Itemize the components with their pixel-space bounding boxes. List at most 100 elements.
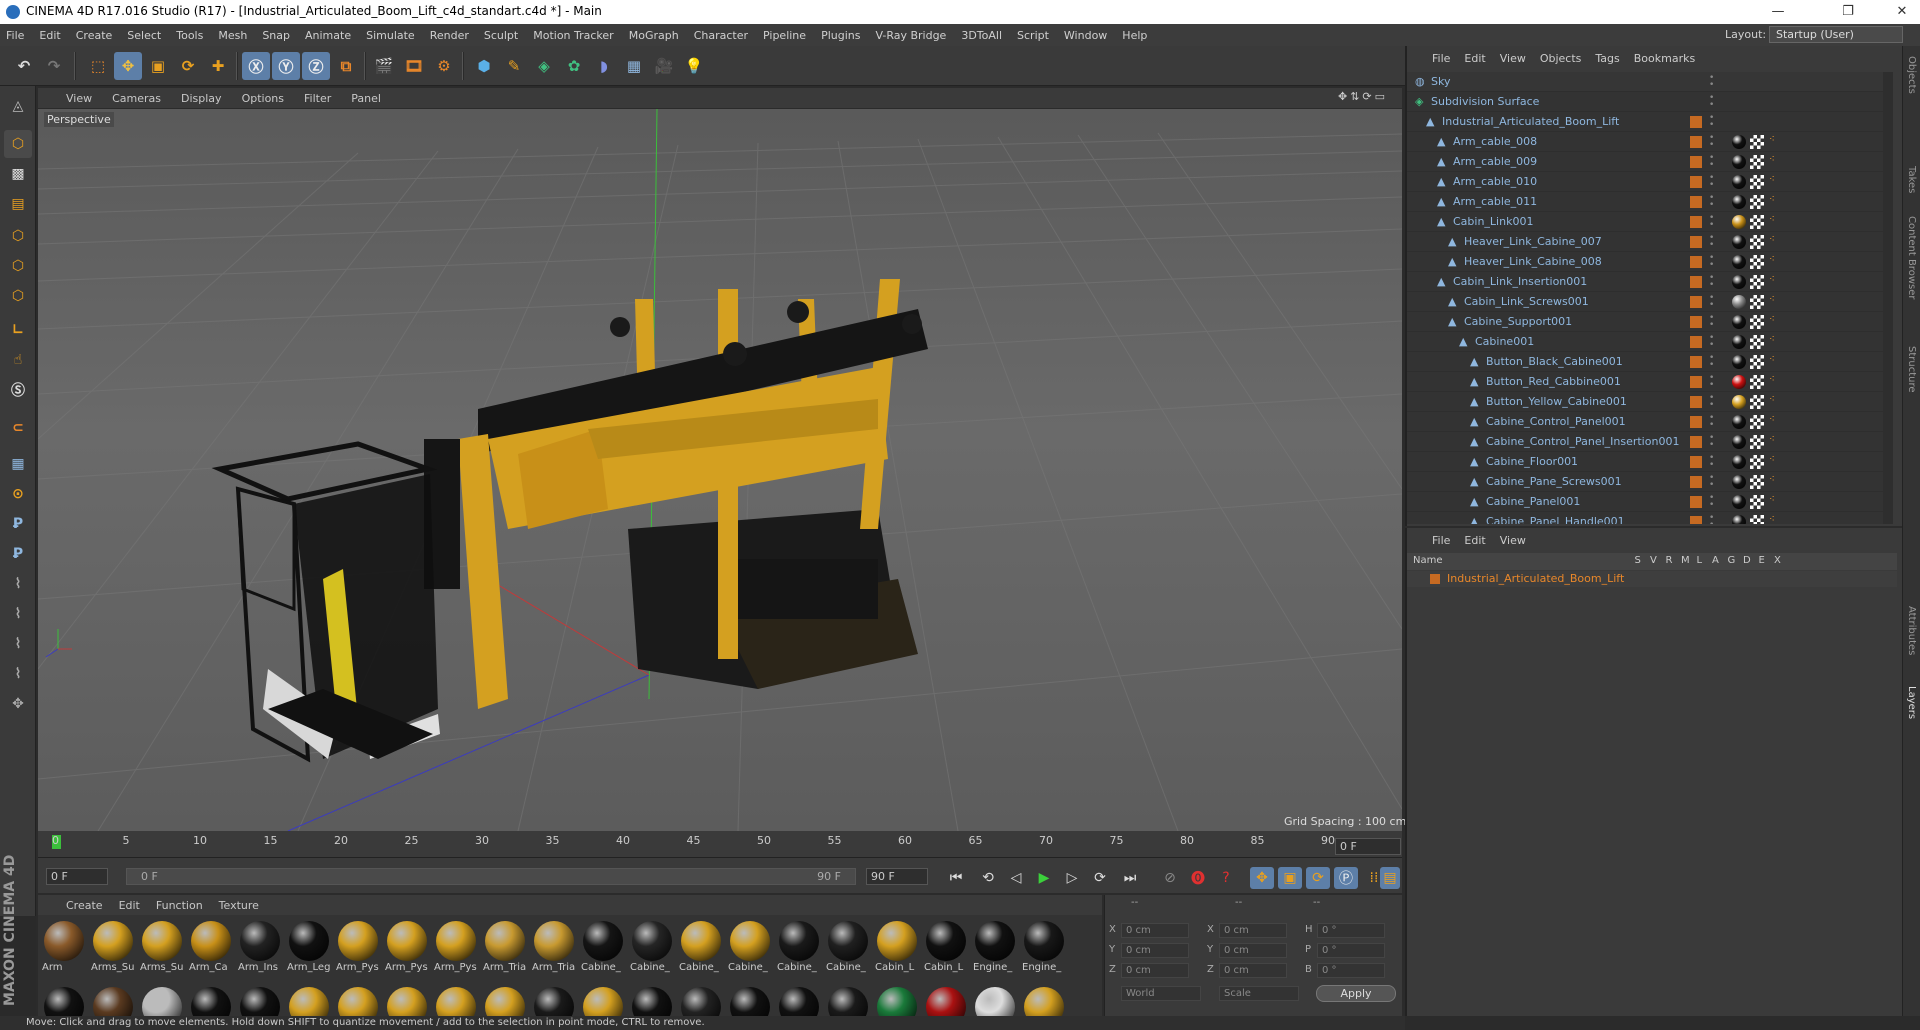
material-swatch[interactable]: Arms_Su xyxy=(138,919,184,977)
scale-tool-icon[interactable]: ▣ xyxy=(144,52,172,80)
object-layer-color[interactable] xyxy=(1690,256,1702,268)
tweak-mode-icon[interactable]: ☝ xyxy=(4,346,32,374)
object-name[interactable]: Arm_cable_010 xyxy=(1453,175,1537,188)
layout-select[interactable]: Startup (User) xyxy=(1769,26,1903,43)
material-tag-icon[interactable] xyxy=(1732,495,1746,509)
workplane-mode-icon[interactable]: ▤ xyxy=(4,190,32,218)
object-row[interactable]: ▲ Arm_cable_011 • • ⁖ xyxy=(1407,192,1883,212)
object-layer-color[interactable] xyxy=(1690,236,1702,248)
object-name[interactable]: Button_Yellow_Cabine001 xyxy=(1486,395,1627,408)
layer-name[interactable]: Industrial_Articulated_Boom_Lift xyxy=(1447,572,1624,585)
make-editable-icon[interactable]: ◬ xyxy=(4,92,32,120)
goto-start-icon[interactable]: ⏮ xyxy=(944,867,968,889)
texture-tag-icon[interactable] xyxy=(1750,395,1764,409)
object-name[interactable]: Arm_cable_008 xyxy=(1453,135,1537,148)
rotate-tool-icon[interactable]: ⟳ xyxy=(174,52,202,80)
object-list-scrollbar[interactable] xyxy=(1883,72,1893,524)
object-name[interactable]: Arm_cable_011 xyxy=(1453,195,1537,208)
phong-tag-icon[interactable]: ⁖ xyxy=(1769,134,1775,145)
object-visibility-dots[interactable]: • • xyxy=(1709,474,1714,490)
coord-pos-y-field[interactable]: 0 cm xyxy=(1121,943,1189,958)
material-swatch[interactable]: Engine_ xyxy=(971,919,1017,977)
object-name[interactable]: Industrial_Articulated_Boom_Lift xyxy=(1442,115,1619,128)
object-row[interactable]: ▲ Cabine_Control_Panel_Insertion001 • • ⁖ xyxy=(1407,432,1883,452)
texture-tag-icon[interactable] xyxy=(1750,515,1764,524)
sculpt-pull-icon[interactable]: ⌇ xyxy=(4,600,32,628)
object-layer-color[interactable] xyxy=(1690,476,1702,488)
texture-tag-icon[interactable] xyxy=(1750,455,1764,469)
undo-icon[interactable]: ↶ xyxy=(10,52,38,80)
3d-viewport[interactable] xyxy=(38,109,1402,831)
material-tag-icon[interactable] xyxy=(1732,335,1746,349)
object-name[interactable]: Cabin_Link_Insertion001 xyxy=(1453,275,1587,288)
material-swatch[interactable]: Arm_Leg xyxy=(285,919,331,977)
close-icon[interactable]: ✕ xyxy=(1884,2,1920,22)
axis-mode-icon[interactable]: ∟ xyxy=(4,316,32,344)
next-key-icon[interactable]: ⟳ xyxy=(1088,867,1112,889)
texture-tag-icon[interactable] xyxy=(1750,415,1764,429)
cloner-icon[interactable]: ✿ xyxy=(560,52,588,80)
object-layer-color[interactable] xyxy=(1690,176,1702,188)
material-menu-function[interactable]: Function xyxy=(156,899,203,912)
phong-tag-icon[interactable]: ⁖ xyxy=(1769,474,1775,485)
object-name[interactable]: Cabin_Link001 xyxy=(1453,215,1533,228)
object-name[interactable]: Cabin_Link_Screws001 xyxy=(1464,295,1589,308)
material-swatch[interactable]: Arm_Pys xyxy=(334,919,380,977)
timeline-end-field[interactable]: 0 F xyxy=(1335,838,1401,855)
material-swatch[interactable]: Arm_Tria xyxy=(530,919,576,977)
menu-character[interactable]: Character xyxy=(694,29,748,42)
object-layer-color[interactable] xyxy=(1690,196,1702,208)
menu-render[interactable]: Render xyxy=(430,29,469,42)
y-axis-lock-icon[interactable]: Ⓨ xyxy=(272,52,300,80)
timeline-window-icon[interactable]: ▤ xyxy=(1380,867,1400,889)
material-tag-icon[interactable] xyxy=(1732,315,1746,329)
texture-tag-icon[interactable] xyxy=(1750,435,1764,449)
material-swatch[interactable]: Cabine_ xyxy=(677,919,723,977)
move-tool-icon[interactable]: ✥ xyxy=(114,52,142,80)
object-layer-color[interactable] xyxy=(1690,336,1702,348)
object-visibility-dots[interactable]: • • xyxy=(1709,294,1714,310)
material-tag-icon[interactable] xyxy=(1732,415,1746,429)
object-row[interactable]: ▲ Cabine001 • • ⁖ xyxy=(1407,332,1883,352)
material-tag-icon[interactable] xyxy=(1732,215,1746,229)
phong-tag-icon[interactable]: ⁖ xyxy=(1769,374,1775,385)
material-swatch[interactable]: Cabine_ xyxy=(628,919,674,977)
object-row[interactable]: ▲ Cabine_Pane_Screws001 • • ⁖ xyxy=(1407,472,1883,492)
object-row[interactable]: ◈ Subdivision Surface • • xyxy=(1407,92,1883,112)
material-swatch[interactable]: Cabine_ xyxy=(579,919,625,977)
object-row[interactable]: ▲ Heaver_Link_Cabine_008 • • ⁖ xyxy=(1407,252,1883,272)
object-name[interactable]: Heaver_Link_Cabine_007 xyxy=(1464,235,1602,248)
texture-tag-icon[interactable] xyxy=(1750,175,1764,189)
material-swatch[interactable]: Cabin_L xyxy=(873,919,919,977)
phong-tag-icon[interactable]: ⁖ xyxy=(1769,294,1775,305)
key-scale-icon[interactable]: ▣ xyxy=(1278,867,1302,889)
phong-tag-icon[interactable]: ⁖ xyxy=(1769,234,1775,245)
object-layer-color[interactable] xyxy=(1690,356,1702,368)
coord-pos-z-field[interactable]: 0 cm xyxy=(1121,963,1189,978)
tab-takes[interactable]: Takes xyxy=(1906,166,1917,193)
menu-v-ray-bridge[interactable]: V-Ray Bridge xyxy=(875,29,946,42)
object-name[interactable]: Cabine_Pane_Screws001 xyxy=(1486,475,1622,488)
object-visibility-dots[interactable]: • • xyxy=(1709,134,1714,150)
coord-size-x-field[interactable]: 0 cm xyxy=(1219,923,1287,938)
texture-tag-icon[interactable] xyxy=(1750,135,1764,149)
object-visibility-dots[interactable]: • • xyxy=(1709,314,1714,330)
sculpt-inflate-icon[interactable]: ✥ xyxy=(4,690,32,718)
phong-tag-icon[interactable]: ⁖ xyxy=(1769,394,1775,405)
floor-icon[interactable]: ▦ xyxy=(620,52,648,80)
material-menu-edit[interactable]: Edit xyxy=(119,899,140,912)
texture-tag-icon[interactable] xyxy=(1750,315,1764,329)
layer-menu-file[interactable]: File xyxy=(1432,534,1450,547)
material-tag-icon[interactable] xyxy=(1732,515,1746,524)
play-icon[interactable]: ▶ xyxy=(1032,867,1056,889)
viewport-menu-panel[interactable]: Panel xyxy=(351,92,381,105)
object-row[interactable]: ◍ Sky • • xyxy=(1407,72,1883,92)
apply-button[interactable]: Apply xyxy=(1316,985,1396,1002)
phong-tag-icon[interactable]: ⁖ xyxy=(1769,354,1775,365)
object-visibility-dots[interactable]: • • xyxy=(1709,354,1714,370)
object-menu-view[interactable]: View xyxy=(1500,52,1526,65)
object-menu-bookmarks[interactable]: Bookmarks xyxy=(1634,52,1695,65)
object-layer-color[interactable] xyxy=(1690,516,1702,524)
viewport-menu-view[interactable]: View xyxy=(66,92,92,105)
texture-tag-icon[interactable] xyxy=(1750,475,1764,489)
